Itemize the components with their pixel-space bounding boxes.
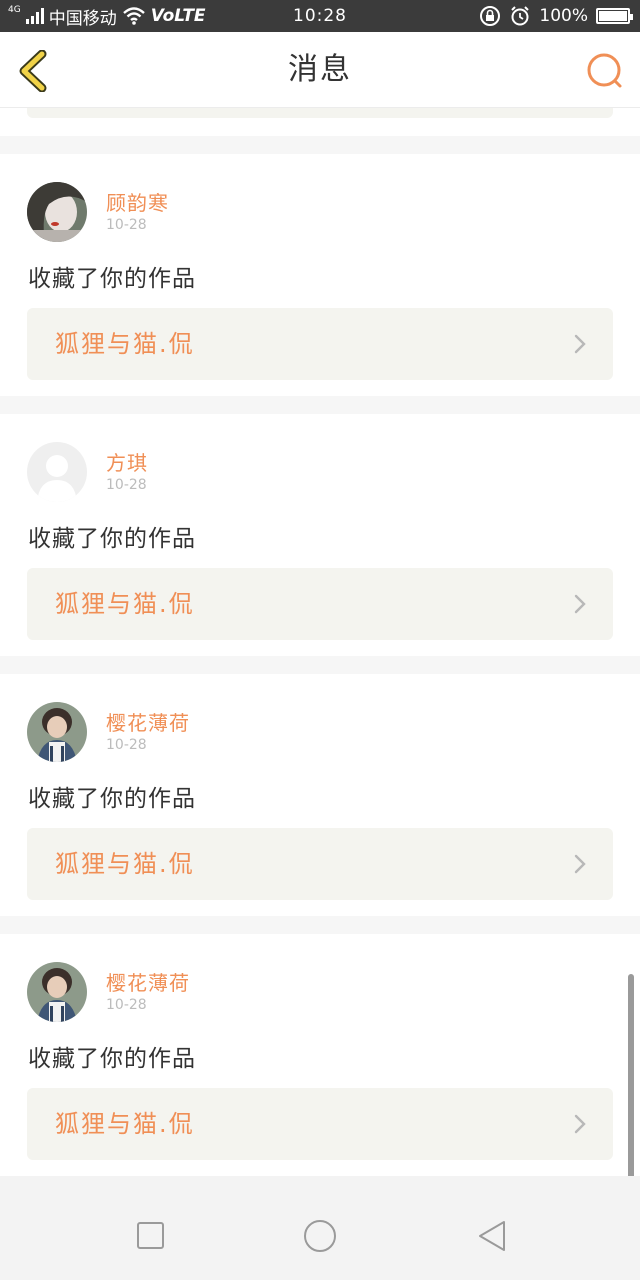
search-icon xyxy=(587,53,622,88)
username[interactable]: 方琪 xyxy=(106,447,148,476)
avatar-photo xyxy=(27,962,87,1022)
page-title: 消息 xyxy=(288,52,352,87)
previous-work-box xyxy=(27,108,613,118)
work-link[interactable]: 狐狸与猫.侃 xyxy=(27,1088,613,1160)
work-link[interactable]: 狐狸与猫.侃 xyxy=(27,308,613,380)
system-nav-bar xyxy=(0,1176,640,1280)
status-bar: 4G 中国移动 VoLTE 10:28 100% xyxy=(0,0,640,32)
chevron-right-icon xyxy=(574,594,586,614)
chevron-right-icon xyxy=(574,1114,586,1134)
alarm-icon xyxy=(511,6,530,26)
work-title: 狐狸与猫.侃 xyxy=(55,850,195,878)
work-link[interactable]: 狐狸与猫.侃 xyxy=(27,568,613,640)
avatar[interactable] xyxy=(27,702,87,762)
chevron-right-icon xyxy=(574,854,586,874)
triangle-back-icon xyxy=(479,1221,505,1251)
recent-apps-button[interactable] xyxy=(135,1220,167,1252)
notification-card: 顾韵寒 10-28 收藏了你的作品 狐狸与猫.侃 xyxy=(0,154,640,396)
avatar[interactable] xyxy=(27,962,87,1022)
nav-bar: 消息 xyxy=(0,32,640,108)
action-text: 收藏了你的作品 xyxy=(28,1046,196,1072)
action-text: 收藏了你的作品 xyxy=(28,526,196,552)
battery-percent: 100% xyxy=(539,6,588,26)
work-link[interactable]: 狐狸与猫.侃 xyxy=(27,828,613,900)
rotation-lock-icon xyxy=(480,6,501,26)
system-back-button[interactable] xyxy=(476,1220,508,1252)
work-title: 狐狸与猫.侃 xyxy=(55,590,195,618)
home-button[interactable] xyxy=(302,1220,338,1252)
notification-date: 10-28 xyxy=(106,477,147,493)
notification-date: 10-28 xyxy=(106,217,147,233)
notification-date: 10-28 xyxy=(106,997,147,1013)
status-right: 100% xyxy=(479,0,633,32)
notification-card: 樱花薄荷 10-28 收藏了你的作品 狐狸与猫.侃 xyxy=(0,934,640,1176)
username[interactable]: 樱花薄荷 xyxy=(106,967,190,996)
avatar[interactable] xyxy=(27,182,87,242)
notification-card: 方琪 10-28 收藏了你的作品 狐狸与猫.侃 xyxy=(0,414,640,656)
username[interactable]: 樱花薄荷 xyxy=(106,707,190,736)
battery-icon xyxy=(596,8,633,24)
circle-icon xyxy=(304,1220,336,1252)
work-title: 狐狸与猫.侃 xyxy=(55,330,195,358)
avatar[interactable] xyxy=(27,442,87,502)
work-title: 狐狸与猫.侃 xyxy=(55,1110,195,1138)
chevron-right-icon xyxy=(574,334,586,354)
scrollbar[interactable] xyxy=(628,974,634,1190)
message-list[interactable]: 顾韵寒 10-28 收藏了你的作品 狐狸与猫.侃 方琪 10-28 收藏了你的作… xyxy=(0,108,640,1176)
default-avatar-icon xyxy=(27,442,87,502)
notification-card: 樱花薄荷 10-28 收藏了你的作品 狐狸与猫.侃 xyxy=(0,674,640,916)
notification-date: 10-28 xyxy=(106,737,147,753)
action-text: 收藏了你的作品 xyxy=(28,786,196,812)
username[interactable]: 顾韵寒 xyxy=(106,187,169,216)
previous-card-remnant xyxy=(0,108,640,136)
avatar-photo xyxy=(27,182,87,242)
square-icon xyxy=(137,1222,164,1249)
action-text: 收藏了你的作品 xyxy=(28,266,196,292)
avatar-photo xyxy=(27,702,87,762)
search-button[interactable] xyxy=(586,52,624,90)
